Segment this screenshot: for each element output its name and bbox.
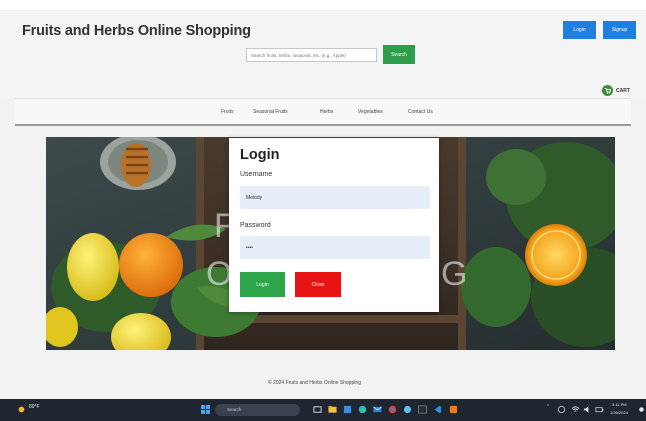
cart-link[interactable]: CART: [602, 85, 630, 96]
notification-icon[interactable]: [637, 405, 646, 414]
nav-item-contact-us[interactable]: Contact Us: [408, 109, 433, 115]
nav-item-vegetables[interactable]: Vegetables: [358, 109, 383, 115]
cart-label: CART: [616, 87, 630, 94]
edge-browser-icon[interactable]: [358, 405, 367, 414]
clock-time[interactable]: 3:11 PM: [612, 402, 627, 407]
terminal-icon[interactable]: [418, 405, 427, 414]
language-icon[interactable]: [557, 405, 566, 414]
nav-item-fruits[interactable]: Fruits: [221, 109, 234, 115]
nav-item-seasonal-fruits[interactable]: Seasonal Fruits: [253, 109, 288, 115]
login-modal: Login Username Password Login Close: [229, 138, 439, 312]
footer-copyright: © 2024 Fruits and Herbs Online Shopping: [268, 380, 361, 386]
weather-icon[interactable]: [17, 405, 26, 414]
nav-item-herbs[interactable]: Herbs: [320, 109, 333, 115]
browser-page: Fruits and Herbs Online Shopping Login S…: [0, 0, 646, 421]
clock-date: 1/26/2024: [610, 410, 628, 415]
header-signup-button[interactable]: Signup: [603, 21, 636, 39]
task-view-icon[interactable]: [313, 405, 322, 414]
file-explorer-icon[interactable]: [328, 405, 337, 414]
battery-icon[interactable]: [595, 405, 604, 414]
vscode-icon[interactable]: [433, 405, 442, 414]
app-icon[interactable]: [403, 405, 412, 414]
main-nav: Fruits Seasonal Fruits Herbs Vegetables …: [15, 98, 631, 126]
wifi-icon[interactable]: [571, 405, 580, 414]
weather-temp: 89°F: [29, 404, 40, 410]
taskbar-search-label: Search: [227, 407, 242, 412]
mail-icon[interactable]: [373, 405, 382, 414]
site-header: Fruits and Herbs Online Shopping Login S…: [0, 10, 646, 98]
search-button[interactable]: Search: [383, 45, 415, 64]
tray-chevron-icon[interactable]: ⌃: [546, 404, 550, 410]
password-input[interactable]: [240, 236, 430, 259]
volume-icon[interactable]: [583, 405, 592, 414]
header-login-button[interactable]: Login: [563, 21, 596, 39]
chrome-icon[interactable]: [388, 405, 397, 414]
cart-icon: [602, 85, 613, 96]
os-taskbar: 89°F Search ⌃ 3:11 PM 1/26/2024: [0, 399, 646, 421]
xampp-icon[interactable]: [449, 405, 458, 414]
taskbar-search[interactable]: Search: [215, 404, 300, 416]
password-label: Password: [240, 222, 271, 229]
top-cropped-heading: [0, 0, 646, 10]
windows-start-icon[interactable]: [201, 405, 210, 414]
site-title: Fruits and Herbs Online Shopping: [22, 23, 251, 39]
site-footer: © 2024 Fruits and Herbs Online Shopping: [0, 376, 646, 394]
username-input[interactable]: [240, 186, 430, 209]
username-label: Username: [240, 171, 273, 178]
close-modal-button[interactable]: Close: [295, 272, 341, 297]
hero-overlay-text-3: G: [441, 255, 470, 293]
search-input[interactable]: [246, 48, 377, 62]
login-submit-button[interactable]: Login: [240, 272, 285, 297]
login-modal-title: Login: [240, 147, 280, 163]
store-icon[interactable]: [343, 405, 352, 414]
